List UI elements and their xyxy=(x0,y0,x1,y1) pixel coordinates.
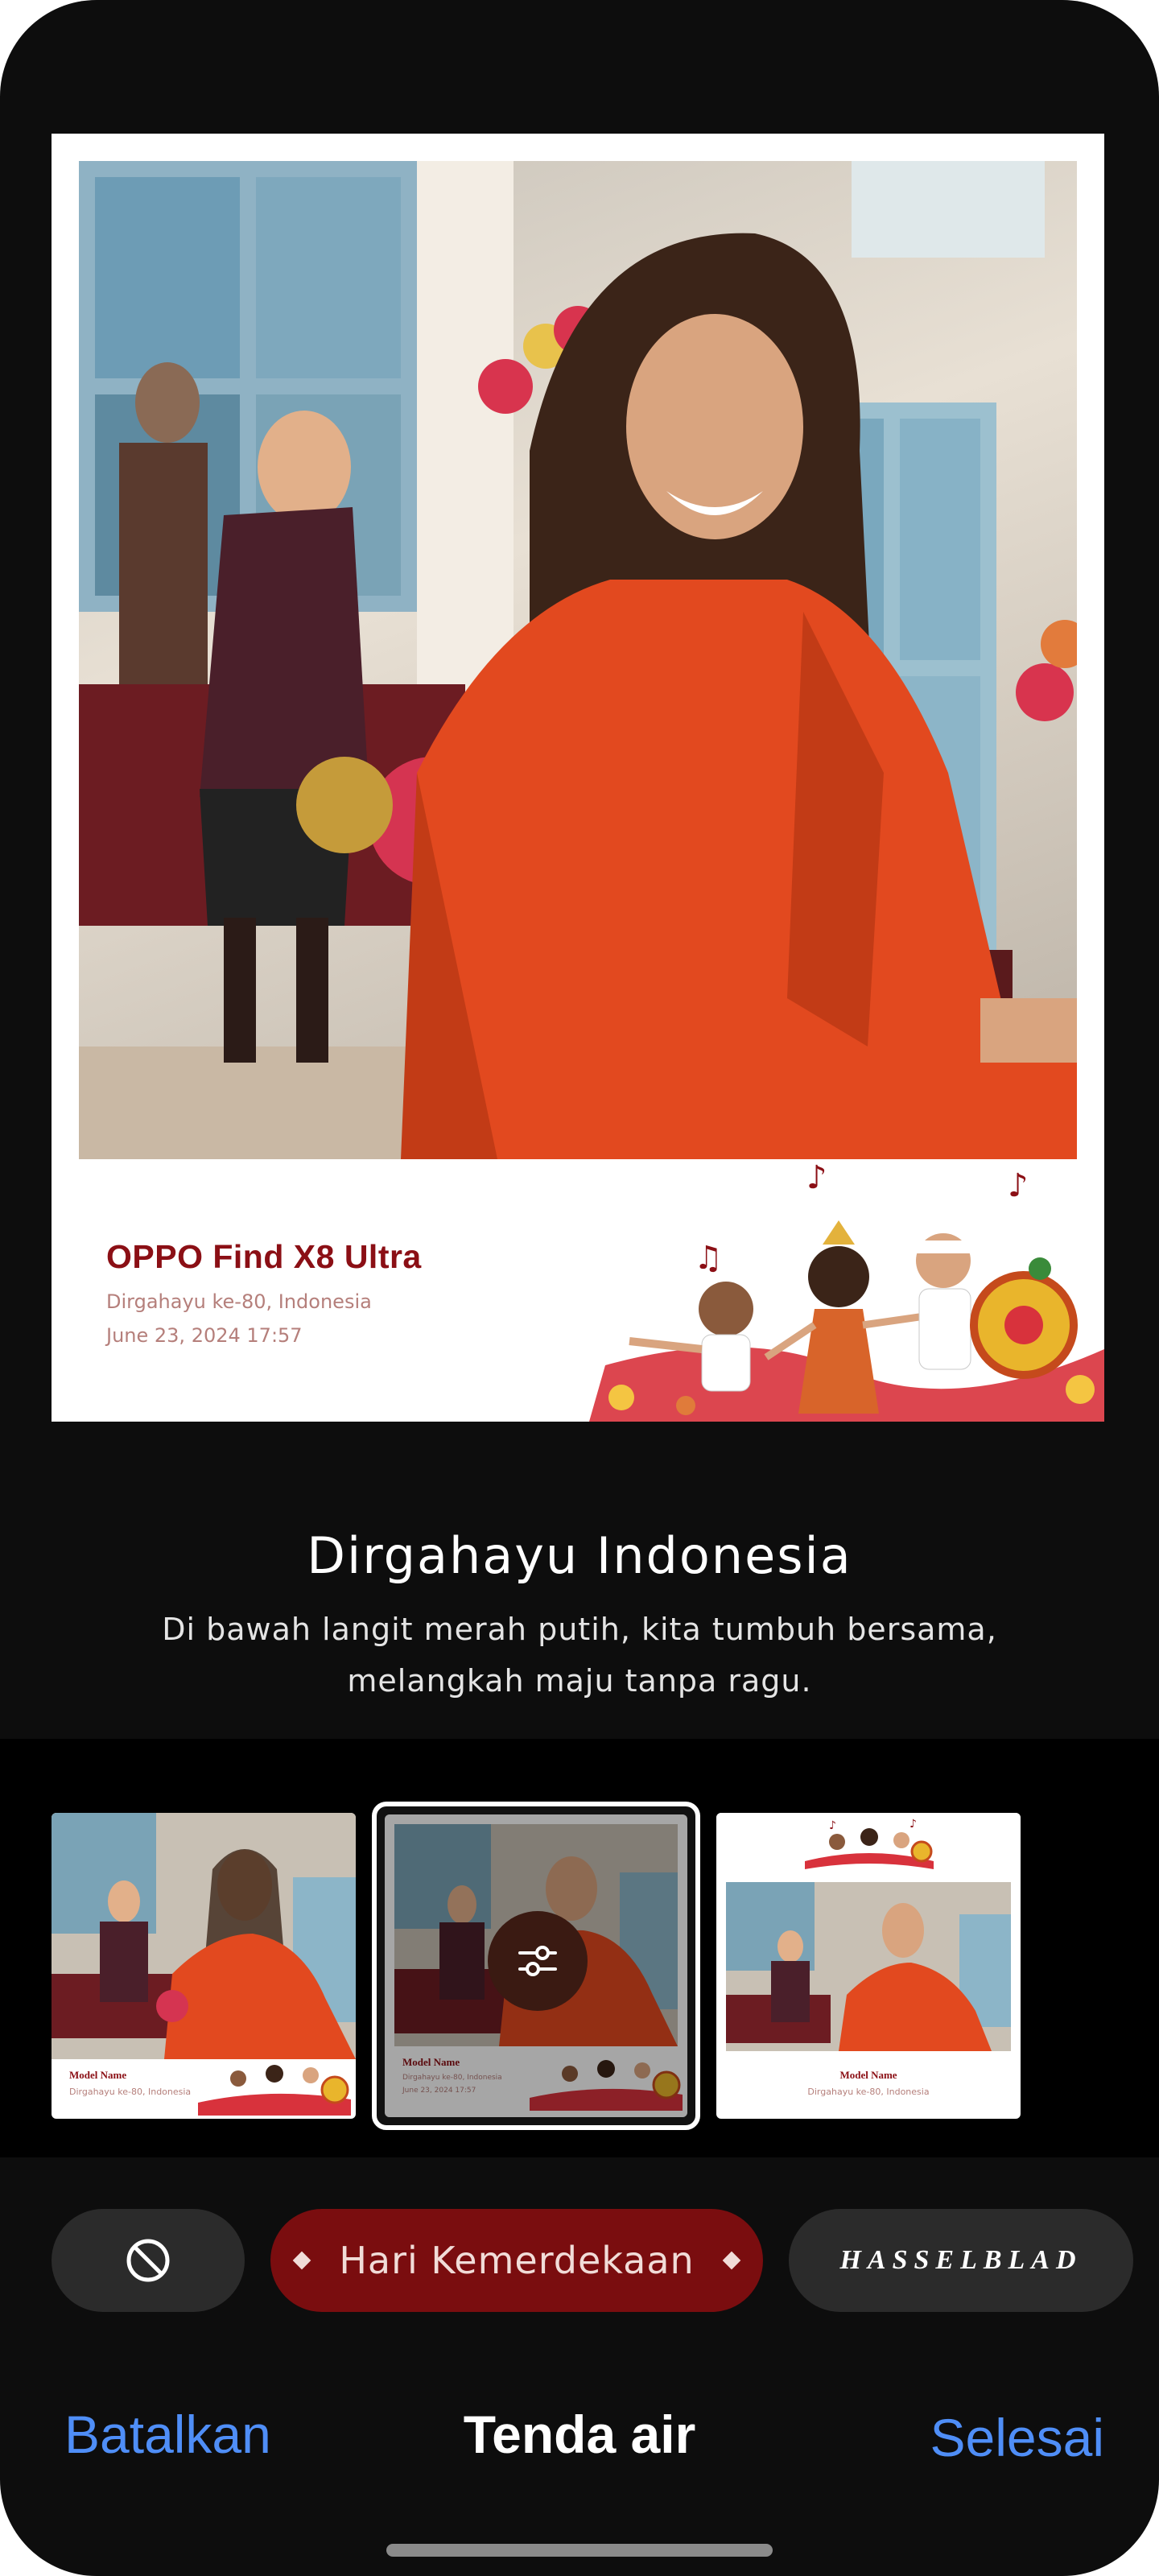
frame-style-strip[interactable]: Model Name Dirgahayu ke-80, Indonesia Mo… xyxy=(0,1739,1159,2157)
home-indicator[interactable] xyxy=(386,2544,773,2557)
thumb-frame: Model Name Dirgahayu ke-80, Indonesia Ju… xyxy=(385,1814,687,2117)
hasselblad-logo: HASSELBLAD xyxy=(839,2245,1083,2275)
no-frame-chip[interactable] xyxy=(52,2209,245,2312)
device-screen: OPPO Find X8 Ultra Dirgahayu ke-80, Indo… xyxy=(0,0,1159,2576)
diamond-icon xyxy=(722,2251,740,2270)
hasselblad-chip[interactable]: HASSELBLAD xyxy=(789,2209,1133,2312)
svg-text:♪: ♪ xyxy=(1008,1167,1029,1204)
independence-day-illustration: ♪ ♪ ♫ xyxy=(589,1156,1104,1422)
done-button[interactable]: Selesai xyxy=(930,2407,1104,2468)
thumb-model-name: Model Name xyxy=(839,2069,897,2081)
thumb-photo xyxy=(52,1813,356,2059)
preview-photo xyxy=(79,161,1077,1159)
preview-model-name: OPPO Find X8 Ultra xyxy=(106,1238,422,1275)
watermark-preview: OPPO Find X8 Ultra Dirgahayu ke-80, Indo… xyxy=(52,134,1104,1422)
svg-text:♪: ♪ xyxy=(829,1819,836,1832)
thumb-illustration-top: ♪ ♪ xyxy=(716,1813,1021,1882)
adjust-settings-button[interactable] xyxy=(488,1911,588,2011)
preview-datetime: June 23, 2024 17:57 xyxy=(106,1324,303,1347)
preview-caption: OPPO Find X8 Ultra Dirgahayu ke-80, Indo… xyxy=(106,1238,422,1347)
chip-label: Hari Kemerdekaan xyxy=(339,2239,695,2282)
thumb-subtitle: Dirgahayu ke-80, Indonesia xyxy=(807,2087,930,2097)
preview-subtitle: Dirgahayu ke-80, Indonesia xyxy=(106,1290,372,1313)
diamond-icon xyxy=(293,2251,311,2270)
svg-text:♫: ♫ xyxy=(694,1240,723,1277)
frame-description: Di bawah langit merah putih, kita tumbuh… xyxy=(162,1612,997,1699)
frame-style-option-1[interactable]: Model Name Dirgahayu ke-80, Indonesia xyxy=(52,1813,356,2119)
frame-style-option-2-selected[interactable]: Model Name Dirgahayu ke-80, Indonesia Ju… xyxy=(372,1802,700,2130)
thumb-photo xyxy=(726,1882,1011,2051)
frame-style-option-3[interactable]: ♪ ♪ Model Name Dirgahayu ke-80, Indonesi… xyxy=(716,1813,1021,2119)
svg-text:♪: ♪ xyxy=(806,1159,827,1196)
thumb-model-name: Model Name xyxy=(69,2069,127,2081)
cancel-button[interactable]: Batalkan xyxy=(64,2404,271,2465)
independence-day-chip[interactable]: Hari Kemerdekaan xyxy=(270,2209,763,2312)
thumb-subtitle: Dirgahayu ke-80, Indonesia xyxy=(69,2087,192,2097)
svg-text:♪: ♪ xyxy=(909,1818,917,1831)
thumb-illustration xyxy=(198,2054,351,2116)
prohibited-icon xyxy=(126,2239,170,2282)
frame-title: Dirgahayu Indonesia xyxy=(307,1526,852,1585)
sliders-icon xyxy=(518,1946,557,1976)
